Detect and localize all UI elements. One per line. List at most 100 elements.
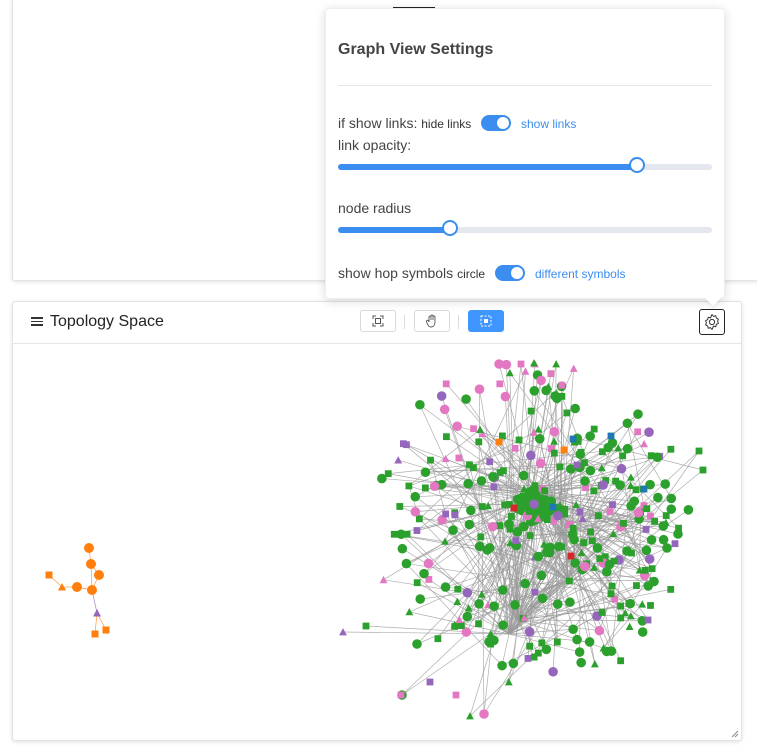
- graph-node[interactable]: [644, 427, 654, 437]
- graph-node[interactable]: [617, 657, 625, 665]
- graph-node[interactable]: [641, 566, 649, 574]
- graph-node[interactable]: [500, 467, 507, 475]
- graph-node[interactable]: [622, 443, 633, 454]
- graph-node[interactable]: [547, 370, 555, 378]
- graph-node[interactable]: [556, 463, 564, 471]
- graph-node[interactable]: [549, 503, 557, 511]
- graph-node[interactable]: [584, 637, 595, 647]
- graph-node[interactable]: [499, 432, 506, 440]
- graph-node[interactable]: [87, 585, 97, 595]
- graph-node[interactable]: [580, 561, 590, 572]
- graph-node[interactable]: [475, 438, 483, 446]
- graph-node[interactable]: [487, 640, 495, 648]
- graph-node[interactable]: [429, 481, 440, 492]
- graph-node[interactable]: [476, 425, 484, 433]
- graph-node[interactable]: [638, 600, 647, 608]
- graph-node[interactable]: [552, 393, 562, 404]
- graph-node[interactable]: [466, 505, 476, 516]
- graph-node[interactable]: [490, 483, 498, 491]
- graph-node[interactable]: [405, 607, 414, 616]
- graph-node[interactable]: [594, 625, 605, 636]
- graph-node[interactable]: [667, 585, 675, 593]
- graph-node[interactable]: [405, 482, 413, 490]
- graph-node[interactable]: [410, 491, 421, 502]
- settings-button[interactable]: [699, 309, 725, 335]
- graph-node[interactable]: [541, 385, 551, 396]
- graph-node[interactable]: [602, 566, 612, 577]
- graph-node[interactable]: [667, 445, 675, 453]
- graph-node[interactable]: [683, 505, 694, 515]
- graph-node[interactable]: [531, 482, 539, 490]
- hop-symbols-toggle[interactable]: [495, 265, 525, 281]
- graph-node[interactable]: [662, 543, 672, 553]
- graph-node[interactable]: [91, 630, 99, 638]
- graph-node[interactable]: [640, 439, 649, 448]
- graph-node[interactable]: [475, 620, 482, 628]
- graph-node[interactable]: [644, 616, 652, 624]
- graph-node[interactable]: [609, 501, 616, 509]
- graph-node[interactable]: [508, 658, 519, 669]
- graph-node[interactable]: [570, 403, 580, 414]
- graph-node[interactable]: [652, 452, 663, 463]
- node-radius-handle[interactable]: [442, 220, 459, 236]
- graph-node[interactable]: [452, 421, 462, 432]
- node-radius-slider[interactable]: [338, 220, 712, 236]
- graph-node[interactable]: [574, 647, 585, 657]
- graph-node[interactable]: [651, 517, 658, 525]
- graph-node[interactable]: [455, 454, 463, 462]
- graph-node[interactable]: [589, 537, 596, 545]
- graph-node[interactable]: [558, 381, 566, 389]
- graph-node[interactable]: [620, 519, 627, 527]
- graph-node[interactable]: [633, 507, 644, 518]
- graph-node[interactable]: [628, 549, 635, 557]
- graph-node[interactable]: [442, 380, 450, 388]
- graph-node[interactable]: [524, 655, 532, 662]
- graph-node[interactable]: [607, 432, 615, 440]
- graph-node[interactable]: [512, 537, 520, 545]
- graph-node[interactable]: [501, 501, 509, 509]
- graph-node[interactable]: [397, 691, 405, 699]
- graph-node[interactable]: [427, 456, 434, 464]
- graph-node[interactable]: [569, 435, 577, 443]
- graph-node[interactable]: [461, 394, 471, 404]
- topology-graph[interactable]: [13, 344, 741, 740]
- graph-node[interactable]: [577, 448, 585, 456]
- graph-node[interactable]: [647, 602, 654, 609]
- graph-node[interactable]: [512, 526, 523, 537]
- graph-node[interactable]: [396, 529, 406, 540]
- graph-node[interactable]: [606, 646, 617, 657]
- graph-node[interactable]: [453, 597, 462, 605]
- graph-node[interactable]: [633, 409, 643, 419]
- graph-node[interactable]: [598, 480, 608, 490]
- graph-node[interactable]: [454, 585, 462, 593]
- graph-node[interactable]: [596, 555, 604, 562]
- graph-node[interactable]: [498, 620, 508, 630]
- graph-node[interactable]: [567, 552, 575, 560]
- graph-node[interactable]: [585, 431, 596, 441]
- graph-node[interactable]: [530, 653, 538, 661]
- graph-node[interactable]: [660, 479, 671, 489]
- graph-node[interactable]: [595, 512, 602, 520]
- graph-node[interactable]: [590, 425, 598, 433]
- graph-node[interactable]: [565, 597, 575, 607]
- graph-node[interactable]: [400, 440, 407, 448]
- graph-node[interactable]: [379, 575, 388, 584]
- graph-node[interactable]: [673, 529, 683, 539]
- graph-node[interactable]: [641, 545, 652, 556]
- graph-node[interactable]: [394, 456, 403, 464]
- graph-node[interactable]: [443, 433, 450, 441]
- graph-node[interactable]: [45, 571, 53, 579]
- graph-node[interactable]: [563, 409, 571, 417]
- graph-node[interactable]: [526, 642, 534, 650]
- graph-node[interactable]: [511, 444, 519, 452]
- graph-node[interactable]: [505, 368, 514, 377]
- graph-node[interactable]: [671, 540, 679, 548]
- graph-node[interactable]: [536, 570, 547, 581]
- graph-node[interactable]: [510, 504, 518, 512]
- graph-node[interactable]: [568, 624, 578, 635]
- graph-node[interactable]: [625, 622, 634, 630]
- graph-node[interactable]: [541, 487, 549, 495]
- graph-node[interactable]: [625, 600, 633, 607]
- graph-node[interactable]: [666, 493, 677, 504]
- graph-node[interactable]: [377, 473, 387, 484]
